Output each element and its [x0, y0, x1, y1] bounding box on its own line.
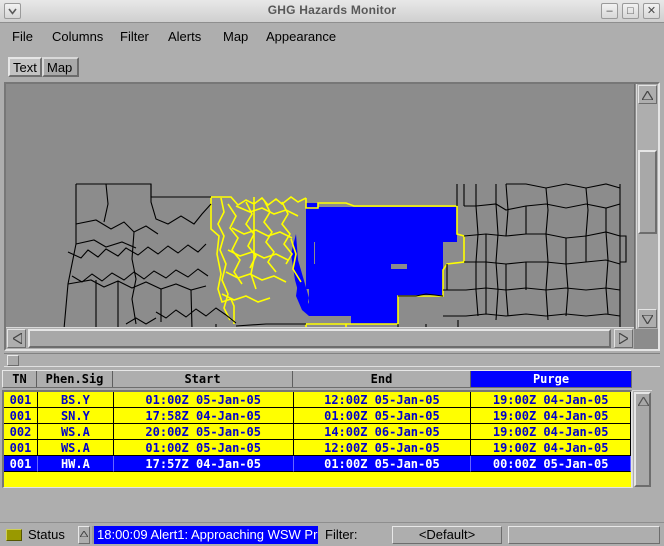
- close-button[interactable]: ✕: [643, 3, 660, 19]
- cell-phensig: HW.A: [37, 456, 114, 472]
- map-hscroll-thumb[interactable]: [28, 329, 611, 348]
- cell-phensig: WS.A: [37, 424, 114, 440]
- cell-start: 17:58Z 04-Jan-05: [113, 408, 294, 424]
- table-vscroll-thumb[interactable]: [634, 392, 651, 487]
- triangle-up-icon: [642, 91, 653, 100]
- cell-etn: 001: [4, 392, 38, 408]
- table-header-row: TN Phen.Sig Start End Purge: [2, 370, 632, 388]
- menu-item-file[interactable]: File: [8, 27, 37, 46]
- status-label: Status: [28, 527, 65, 542]
- cell-etn: 001: [4, 440, 38, 456]
- cell-purge: 19:00Z 04-Jan-05: [471, 408, 631, 424]
- menu-item-map[interactable]: Map: [219, 27, 252, 46]
- table-row[interactable]: 001 HW.A 17:57Z 04-Jan-05 01:00Z 05-Jan-…: [4, 456, 631, 472]
- table-hscroll-thumb[interactable]: [7, 355, 19, 366]
- minimize-icon: –: [606, 5, 613, 17]
- status-message[interactable]: 18:00:09 Alert1: Approaching WSW Pr: [92, 526, 318, 544]
- map-vertical-scrollbar[interactable]: [636, 84, 658, 329]
- cell-purge: 19:00Z 04-Jan-05: [471, 440, 631, 456]
- cell-end: 14:00Z 06-Jan-05: [293, 424, 472, 440]
- map-canvas[interactable]: [6, 84, 635, 329]
- cell-start: 01:00Z 05-Jan-05: [113, 440, 294, 456]
- cell-end: 12:00Z 05-Jan-05: [293, 392, 472, 408]
- triangle-left-icon: [13, 333, 22, 344]
- menu-item-appearance[interactable]: Appearance: [262, 27, 340, 46]
- table-row[interactable]: 001 SN.Y 17:58Z 04-Jan-05 01:00Z 05-Jan-…: [4, 408, 631, 424]
- map-scroll-up-button[interactable]: [638, 85, 657, 104]
- menu-item-filter[interactable]: Filter: [116, 27, 153, 46]
- cell-phensig: SN.Y: [37, 408, 114, 424]
- maximize-button[interactable]: □: [622, 3, 639, 19]
- triangle-right-icon: [619, 333, 628, 344]
- cell-end: 01:00Z 05-Jan-05: [293, 456, 472, 472]
- map-scroll-right-button[interactable]: [614, 329, 633, 348]
- cell-etn: 001: [4, 408, 38, 424]
- cell-etn: 002: [4, 424, 38, 440]
- map-scroll-left-button[interactable]: [7, 329, 26, 348]
- table-row[interactable]: 002 WS.A 20:00Z 05-Jan-05 14:00Z 06-Jan-…: [4, 424, 631, 440]
- cell-end: 12:00Z 05-Jan-05: [293, 440, 472, 456]
- cell-end: 01:00Z 05-Jan-05: [293, 408, 472, 424]
- close-icon: ✕: [646, 5, 657, 17]
- cell-start: 01:00Z 05-Jan-05: [113, 392, 294, 408]
- cell-phensig: WS.A: [37, 440, 114, 456]
- triangle-up-icon: [638, 397, 649, 406]
- cell-purge: 00:00Z 05-Jan-05: [471, 456, 631, 472]
- table-row[interactable]: 001 BS.Y 01:00Z 05-Jan-05 12:00Z 05-Jan-…: [4, 392, 631, 408]
- caret-up-icon: [80, 531, 88, 537]
- column-header-phensig[interactable]: Phen.Sig: [37, 371, 113, 387]
- ghg-hazards-monitor-window: GHG Hazards Monitor – □ ✕ File Columns F…: [0, 0, 664, 546]
- cell-purge: 19:00Z 04-Jan-05: [471, 424, 631, 440]
- window-controls: – □ ✕: [601, 3, 660, 19]
- tab-text[interactable]: Text: [8, 57, 42, 77]
- filter-value-dropdown[interactable]: <Default>: [392, 526, 502, 544]
- map-vscroll-thumb[interactable]: [638, 150, 657, 234]
- table-body: 001 BS.Y 01:00Z 05-Jan-05 12:00Z 05-Jan-…: [2, 390, 632, 488]
- menu-item-alerts[interactable]: Alerts: [164, 27, 205, 46]
- menu-item-columns[interactable]: Columns: [48, 27, 107, 46]
- window-title: GHG Hazards Monitor: [267, 3, 397, 17]
- column-header-etn[interactable]: TN: [3, 371, 37, 387]
- triangle-down-icon: [642, 315, 653, 324]
- map-panel: [4, 82, 660, 351]
- hazards-table: TN Phen.Sig Start End Purge 001 BS.Y 01:…: [0, 368, 664, 520]
- table-vertical-scrollbar[interactable]: [632, 390, 652, 488]
- map-scroll-down-button[interactable]: [638, 309, 657, 328]
- cell-start: 20:00Z 05-Jan-05: [113, 424, 294, 440]
- status-scroll-up-button[interactable]: [78, 526, 90, 544]
- cell-etn: 001: [4, 456, 38, 472]
- table-row[interactable]: 001 WS.A 01:00Z 05-Jan-05 12:00Z 05-Jan-…: [4, 440, 631, 456]
- menubar: File Columns Filter Alerts Map Appearanc…: [0, 23, 664, 51]
- column-header-start[interactable]: Start: [113, 371, 293, 387]
- tabstrip: Text Map: [0, 55, 664, 79]
- minimize-button[interactable]: –: [601, 3, 618, 19]
- maximize-icon: □: [627, 5, 634, 17]
- cell-phensig: BS.Y: [37, 392, 114, 408]
- statusbar: Status 18:00:09 Alert1: Approaching WSW …: [0, 522, 664, 546]
- cell-purge: 19:00Z 04-Jan-05: [471, 392, 631, 408]
- tab-map[interactable]: Map: [42, 57, 79, 77]
- column-header-end[interactable]: End: [293, 371, 471, 387]
- map-horizontal-scrollbar[interactable]: [6, 327, 634, 349]
- column-header-purge[interactable]: Purge: [471, 371, 631, 387]
- status-indicator: [6, 529, 22, 541]
- status-extra-panel: [508, 526, 660, 544]
- table-horizontal-scrollbar[interactable]: [4, 353, 660, 367]
- county-map-graphic: [6, 84, 634, 329]
- filter-label: Filter:: [325, 527, 358, 542]
- window-titlebar: GHG Hazards Monitor – □ ✕: [0, 0, 664, 23]
- cell-start: 17:57Z 04-Jan-05: [113, 456, 294, 472]
